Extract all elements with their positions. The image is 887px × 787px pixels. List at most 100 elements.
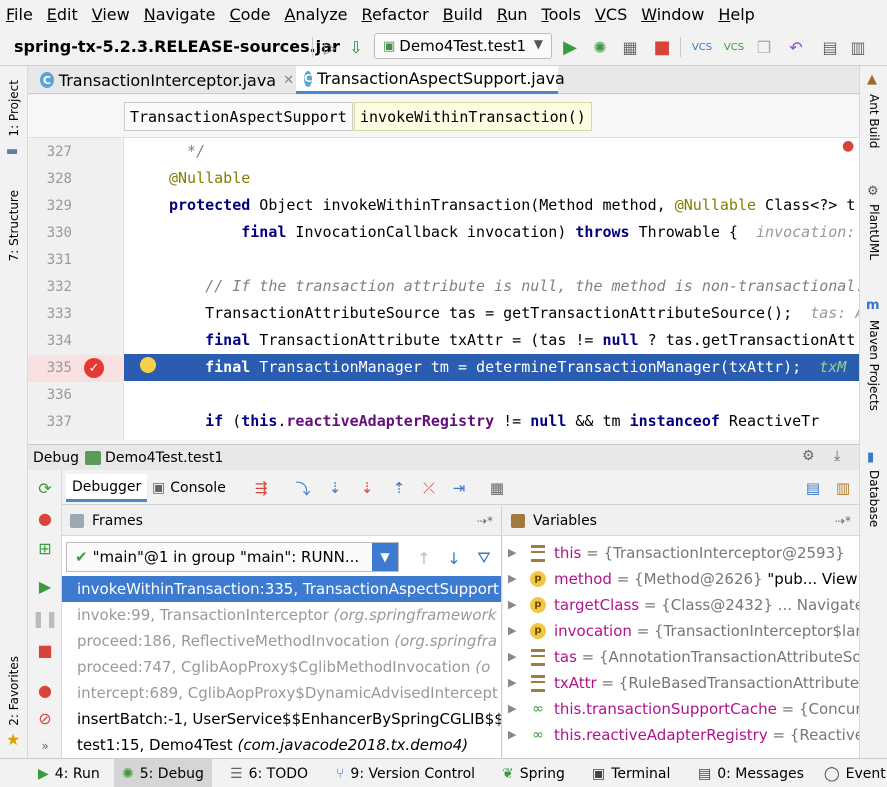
menu-tools[interactable]: Tools (542, 5, 581, 24)
run-icon[interactable]: ▶ (558, 35, 582, 59)
maven-tool-button[interactable]: Maven Projects (867, 320, 881, 411)
version-control-tool-button[interactable]: ⑂ 9: Version Control (328, 759, 483, 787)
expand-arrow-icon[interactable]: ▶ (508, 670, 516, 696)
coverage-icon[interactable]: ▦ (618, 35, 642, 59)
variable-row[interactable]: ▶ p invocation = {TransactionInterceptor… (503, 618, 859, 644)
spring-tool-button[interactable]: ❦ Spring (494, 759, 573, 787)
event-log-tool-button[interactable]: ◯ Event (816, 759, 887, 787)
layout-icon[interactable]: ▤ (802, 477, 824, 499)
project-structure-icon[interactable]: ▥ (846, 35, 870, 59)
frame-row[interactable]: insertBatch:-1, UserService$$EnhancerByS… (62, 706, 501, 732)
structure-icon[interactable]: ▤ (818, 35, 842, 59)
menu-window[interactable]: Window (641, 5, 704, 24)
plantuml-tool-button[interactable]: PlantUML (867, 204, 881, 260)
arrow-down-icon[interactable]: ↓ (442, 546, 466, 570)
run-to-cursor-icon[interactable]: ⇥ (448, 477, 470, 499)
tab-transaction-interceptor[interactable]: C TransactionInterceptor.java ✕ (32, 66, 294, 94)
variable-row[interactable]: ▶ ∞ this.transactionSupportCache = {Conc… (503, 696, 859, 722)
drop-frame-icon[interactable]: ⤫ (418, 477, 440, 499)
project-breadcrumb[interactable]: spring-tx-5.2.3.RELEASE-sources.jar (14, 37, 340, 56)
menu-vcs[interactable]: VCS (595, 5, 627, 24)
frame-row[interactable]: test1:15, Demo4Test (com.javacode2018.tx… (62, 732, 501, 758)
more-icon[interactable]: » (34, 735, 56, 757)
ant-build-tool-button[interactable]: Ant Build (867, 94, 881, 148)
expand-arrow-icon[interactable]: ▶ (508, 540, 516, 566)
frame-row[interactable]: invoke:99, TransactionInterceptor (org.s… (62, 602, 501, 628)
tab-console[interactable]: ▣ Console (146, 474, 232, 502)
gear-icon[interactable]: ⚙ (802, 448, 815, 464)
debug-tool-button[interactable]: ✺ 5: Debug (114, 759, 212, 787)
breakpoint-icon[interactable]: ✓ (84, 358, 104, 378)
show-execution-point-icon[interactable]: ⇶ (250, 477, 272, 499)
frame-row[interactable]: invokeWithinTransaction:335, Transaction… (62, 576, 501, 602)
project-tool-button[interactable]: 1: Project (7, 80, 21, 137)
breadcrumb-class[interactable]: TransactionAspectSupport (124, 102, 353, 131)
vcs-commit-icon[interactable]: VCS (722, 35, 746, 59)
arrow-up-icon[interactable]: ↑ (412, 546, 436, 570)
restore-icon[interactable]: ▥ (832, 477, 854, 499)
filter-icon[interactable]: ⛛ (472, 546, 496, 570)
menu-code[interactable]: Code (230, 5, 271, 24)
expand-arrow-icon[interactable]: ▶ (508, 618, 516, 644)
expand-arrow-icon[interactable]: ▶ (508, 566, 516, 592)
frame-row[interactable]: proceed:186, ReflectiveMethodInvocation … (62, 628, 501, 654)
step-into-icon[interactable]: ⇣ (324, 477, 346, 499)
build-icon[interactable]: ⇩ (344, 35, 368, 59)
variable-row[interactable]: ▶ ∞ this.reactiveAdapterRegistry = {Reac… (503, 722, 859, 748)
variable-row[interactable]: ▶ p targetClass = {Class@2432} ... Navig… (503, 592, 859, 618)
variable-row[interactable]: ▶ txAttr = {RuleBasedTransactionAttribut… (503, 670, 859, 696)
menu-build[interactable]: Build (443, 5, 483, 24)
menu-help[interactable]: Help (718, 5, 754, 24)
force-step-into-icon[interactable]: ⇣ (356, 477, 378, 499)
database-tool-button[interactable]: Database (867, 470, 881, 527)
messages-tool-button[interactable]: ▤ 0: Messages (690, 759, 812, 787)
lightbulb-icon[interactable] (140, 357, 156, 373)
step-over-icon[interactable]: ⤵ (292, 477, 314, 499)
menu-file[interactable]: File (6, 5, 33, 24)
menu-analyze[interactable]: Analyze (284, 5, 347, 24)
todo-tool-button[interactable]: ☰ 6: TODO (222, 759, 316, 787)
variable-row[interactable]: ▶ this = {TransactionInterceptor@2593} (503, 540, 859, 566)
terminal-tool-button[interactable]: ▣ Terminal (584, 759, 678, 787)
structure-tool-button[interactable]: 7: Structure (7, 190, 21, 261)
run-tool-button[interactable]: ▶ 4: Run (30, 759, 108, 787)
menu-navigate[interactable]: Navigate (144, 5, 216, 24)
resume-icon[interactable]: ▶ (34, 575, 56, 597)
hide-panel-icon[interactable]: ⤓ (834, 448, 840, 464)
code-editor[interactable]: 327 328 329 330 331 332 333 334 335 336 … (28, 138, 859, 440)
debug-icon[interactable]: ✺ (588, 35, 612, 59)
vcs-update-icon[interactable]: VCS (690, 35, 714, 59)
stop-icon[interactable]: ■ (650, 35, 674, 59)
evaluate-expression-icon[interactable]: ▦ (486, 477, 508, 499)
history-icon[interactable]: ❐ (752, 35, 776, 59)
pause-icon[interactable]: ❚❚ (32, 607, 59, 629)
menu-view[interactable]: View (92, 5, 130, 24)
frame-row[interactable]: intercept:689, CglibAopProxy$DynamicAdvi… (62, 680, 501, 706)
tab-transaction-aspect-support[interactable]: C TransactionAspectSupport.java (296, 66, 565, 94)
pin-icon[interactable]: ⇢* (835, 514, 851, 528)
expand-arrow-icon[interactable]: ▶ (508, 644, 516, 670)
stop-icon[interactable]: ■ (34, 639, 56, 661)
favorites-tool-button[interactable]: 2: Favorites (7, 656, 21, 726)
thread-selector[interactable]: ✔ "main"@1 in group "main": RUNN... ▼ (66, 542, 399, 572)
menu-refactor[interactable]: Refactor (362, 5, 429, 24)
run-config-selector[interactable]: ▣ Demo4Test.test1 ▼ (374, 33, 552, 59)
view-breakpoints-icon[interactable]: ● (34, 679, 56, 701)
breadcrumb-method[interactable]: invokeWithinTransaction() (354, 102, 592, 131)
menu-run[interactable]: Run (497, 5, 528, 24)
variable-row[interactable]: ▶ tas = {AnnotationTransactionAttributeS… (503, 644, 859, 670)
expand-arrow-icon[interactable]: ▶ (508, 696, 516, 722)
frame-row[interactable]: proceed:747, CglibAopProxy$CglibMethodIn… (62, 654, 501, 680)
close-icon[interactable]: ✕ (283, 73, 294, 88)
revert-icon[interactable]: ↶ (784, 35, 808, 59)
breakpoint-settings-icon[interactable]: ● (34, 507, 56, 529)
mute-breakpoints-icon[interactable]: ⊘ (34, 707, 56, 729)
debug-session-tab[interactable]: Demo4Test.test1 (105, 450, 223, 466)
variable-row[interactable]: ▶ p method = {Method@2626} "pub... View (503, 566, 859, 592)
restore-layout-icon[interactable]: ⊞ (34, 537, 56, 559)
menu-edit[interactable]: Edit (47, 5, 78, 24)
pin-icon[interactable]: ⇢* (477, 514, 493, 528)
tab-debugger[interactable]: Debugger (66, 474, 148, 502)
error-indicator-icon[interactable]: ● (842, 138, 854, 154)
step-out-icon[interactable]: ⇡ (388, 477, 410, 499)
